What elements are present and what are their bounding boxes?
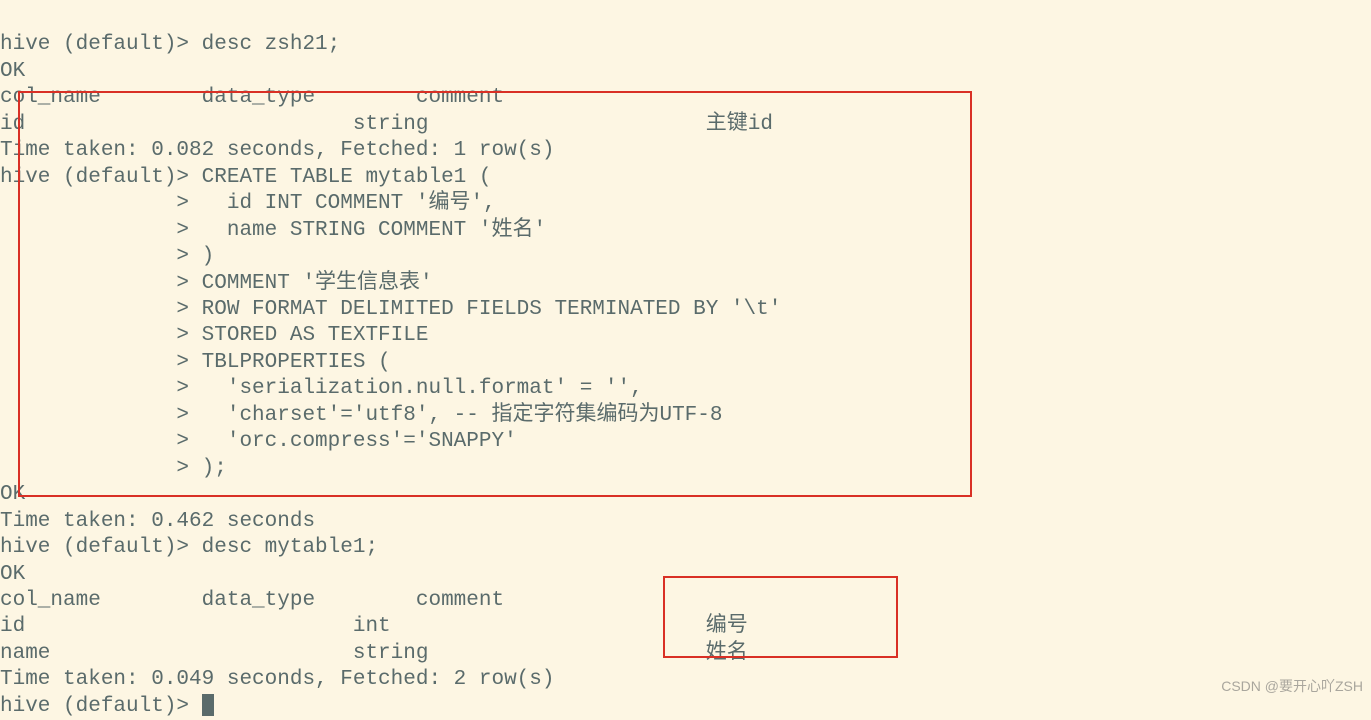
terminal-line: col_name data_type comment (0, 589, 504, 612)
terminal-line: OK (0, 563, 25, 586)
terminal-output: hive (default)> desc zsh21; OK col_name … (0, 6, 1371, 720)
cursor-icon (202, 694, 214, 716)
terminal-line: > 'orc.compress'='SNAPPY' (0, 430, 517, 453)
terminal-line: > COMMENT '学生信息表' (0, 272, 433, 295)
terminal-line: Time taken: 0.049 seconds, Fetched: 2 ro… (0, 668, 555, 691)
terminal-line: > TBLPROPERTIES ( (0, 351, 391, 374)
terminal-line: Time taken: 0.082 seconds, Fetched: 1 ro… (0, 139, 555, 162)
terminal-line: > id INT COMMENT '编号', (0, 192, 496, 215)
terminal-line: name string 姓名 (0, 642, 748, 665)
terminal-line: hive (default)> desc mytable1; (0, 536, 378, 559)
terminal-line: > STORED AS TEXTFILE (0, 324, 428, 347)
terminal-line: > name STRING COMMENT '姓名' (0, 219, 546, 242)
terminal-line: > ) (0, 245, 214, 268)
terminal-line: col_name data_type comment (0, 86, 504, 109)
terminal-line: > ); (0, 457, 227, 480)
watermark-text: CSDN @要开心吖ZSH (1221, 678, 1363, 696)
terminal-line: id string 主键id (0, 113, 773, 136)
terminal-line: OK (0, 60, 25, 83)
terminal-line: > ROW FORMAT DELIMITED FIELDS TERMINATED… (0, 298, 781, 321)
terminal-line: hive (default)> CREATE TABLE mytable1 ( (0, 166, 491, 189)
terminal-line: id int 编号 (0, 615, 748, 638)
terminal-prompt: hive (default)> (0, 695, 202, 718)
terminal-line: hive (default)> desc zsh21; (0, 33, 340, 56)
terminal-line: OK (0, 483, 25, 506)
terminal-prompt-line[interactable]: hive (default)> (0, 695, 214, 718)
terminal-line: Time taken: 0.462 seconds (0, 510, 315, 533)
terminal-line: > 'serialization.null.format' = '', (0, 377, 643, 400)
terminal-line: > 'charset'='utf8', -- 指定字符集编码为UTF-8 (0, 404, 723, 427)
